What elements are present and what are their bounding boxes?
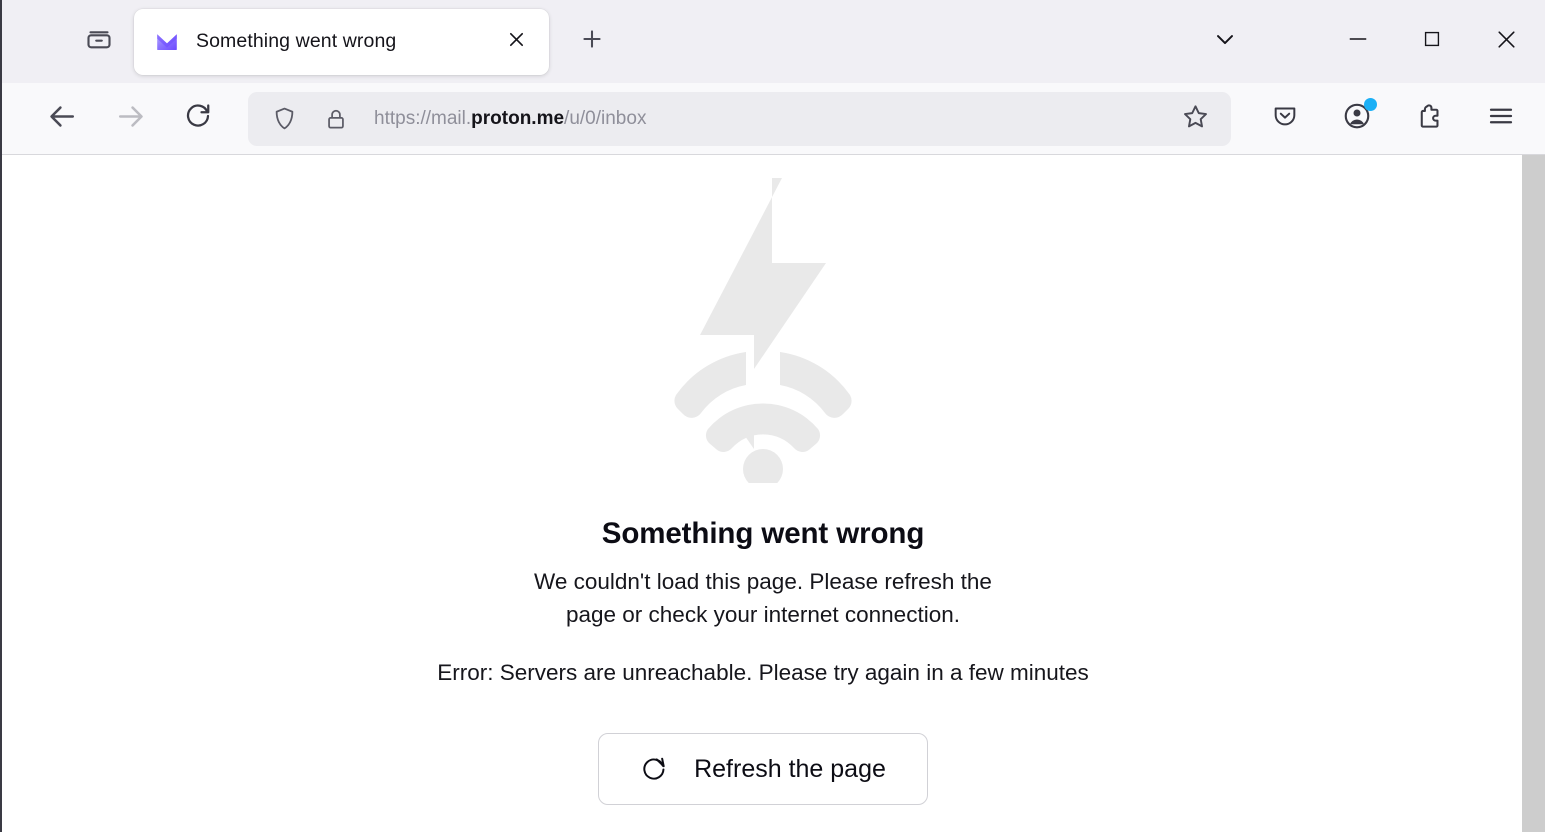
refresh-page-button[interactable]: Refresh the page [598, 733, 928, 805]
error-subtitle-line-1: We couldn't load this page. Please refre… [534, 569, 992, 594]
tab-bar: Something went wrong [2, 0, 1545, 83]
proton-mail-icon [154, 29, 180, 55]
error-subtitle-line-2: page or check your internet connection. [565, 602, 960, 627]
tab-strip: Something went wrong [134, 0, 1201, 83]
shield-icon[interactable] [266, 105, 302, 132]
hamburger-menu-icon [1486, 101, 1516, 136]
url-path: /u/0/inbox [564, 107, 647, 129]
vertical-scrollbar[interactable] [1522, 155, 1545, 832]
star-icon [1181, 102, 1210, 136]
app-menu-button[interactable] [1475, 93, 1527, 145]
tab-title: Something went wrong [196, 30, 397, 52]
browser-tab[interactable]: Something went wrong [134, 8, 549, 75]
back-button[interactable] [35, 92, 89, 146]
extensions-button[interactable] [1403, 93, 1455, 145]
maximize-icon [1421, 28, 1443, 55]
wifi-offline-icon [668, 173, 858, 489]
page-content-area: Something went wrong We couldn't load th… [2, 155, 1545, 832]
tab-close-button[interactable] [499, 25, 533, 59]
all-tabs-button[interactable] [1201, 18, 1249, 66]
chevron-down-icon [1211, 25, 1239, 58]
minimize-button[interactable] [1321, 0, 1395, 83]
reload-icon [183, 101, 213, 136]
notification-badge [1364, 97, 1377, 111]
error-page: Something went wrong We couldn't load th… [2, 155, 1524, 832]
url-text: https://mail.proton.me/u/0/inbox [374, 108, 1173, 130]
window-controls-group [1201, 0, 1545, 83]
arrow-left-icon [46, 100, 79, 138]
error-detail-message: Error: Servers are unreachable. Please t… [437, 660, 1089, 685]
bookmark-star-button[interactable] [1173, 97, 1217, 141]
refresh-icon [640, 755, 668, 783]
forward-button[interactable] [103, 92, 157, 146]
url-host: proton.me [471, 107, 565, 129]
close-icon [1494, 27, 1519, 57]
account-button[interactable] [1331, 93, 1383, 145]
reload-button[interactable] [171, 92, 225, 146]
url-bar[interactable]: https://mail.proton.me/u/0/inbox [248, 91, 1231, 146]
browser-window: Something went wrong https://mail.proton… [0, 0, 1545, 832]
page-title: Something went wrong [601, 517, 925, 550]
url-prefix: https://mail. [374, 107, 472, 129]
minimize-icon [1346, 27, 1370, 56]
pocket-button[interactable] [1259, 93, 1311, 145]
new-tab-button[interactable] [570, 20, 614, 64]
error-subtitle: We couldn't load this page. Please refre… [534, 565, 992, 631]
refresh-page-label: Refresh the page [694, 754, 886, 783]
firefox-view-button[interactable] [78, 21, 120, 63]
close-window-button[interactable] [1469, 0, 1543, 83]
lock-icon[interactable] [318, 106, 354, 132]
tab-box-icon [84, 24, 114, 59]
maximize-button[interactable] [1395, 0, 1469, 83]
arrow-right-icon [114, 100, 147, 138]
puzzle-piece-icon [1415, 102, 1444, 136]
pocket-icon [1271, 102, 1299, 135]
close-icon [506, 29, 527, 55]
navigation-toolbar: https://mail.proton.me/u/0/inbox [2, 83, 1545, 155]
plus-icon [579, 26, 605, 57]
